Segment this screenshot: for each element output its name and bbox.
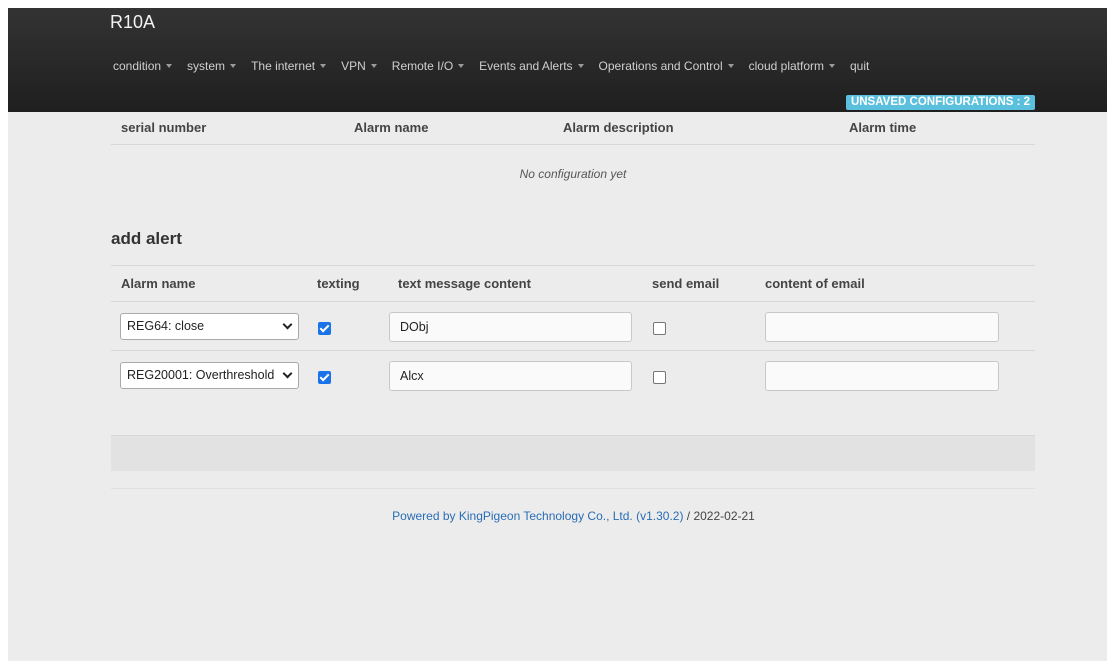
caret-down-icon (230, 64, 237, 68)
email-content-input[interactable] (765, 312, 999, 342)
add-alert-table: Alarm name texting text message content … (111, 265, 1035, 400)
col-alarm-time: Alarm time (849, 120, 917, 135)
alarm-select-value: REG20001: Overthreshold (127, 368, 275, 382)
menu-condition[interactable]: condition (113, 59, 173, 73)
chevron-down-icon (282, 319, 293, 330)
powered-by-link[interactable]: Powered by KingPigeon Technology Co., Lt… (392, 509, 683, 523)
col-alarm-description: Alarm description (563, 120, 674, 135)
footer: Powered by KingPigeon Technology Co., Lt… (0, 509, 1107, 523)
unsaved-configurations-badge[interactable]: UNSAVED CONFIGURATIONS : 2 (846, 95, 1035, 110)
menu-label: Operations and Control (598, 59, 723, 73)
alarm-table-header: serial number Alarm name Alarm descripti… (111, 112, 1035, 145)
menu-quit[interactable]: quit (850, 59, 869, 73)
send-email-checkbox[interactable] (653, 322, 666, 335)
alarm-select-value: REG64: close (127, 319, 205, 333)
sms-content-input[interactable]: Alcx (389, 361, 632, 391)
menu-cloud-platform[interactable]: cloud platform (749, 59, 835, 73)
email-content-input[interactable] (765, 361, 999, 391)
menu-operations-control[interactable]: Operations and Control (599, 59, 734, 73)
col-sms-content: text message content (398, 276, 531, 291)
caret-down-icon (458, 64, 465, 68)
app-title: R10A (110, 12, 156, 32)
col-alarm-name: Alarm name (121, 276, 196, 291)
sms-content-input[interactable]: DObj (389, 312, 632, 342)
menu-label: The internet (251, 59, 316, 73)
main-menu: condition system The internet VPN Remote… (113, 58, 884, 74)
col-texting: texting (317, 276, 360, 291)
add-alert-title: add alert (111, 229, 182, 248)
footer-date: / 2022-02-21 (683, 509, 755, 523)
texting-checkbox[interactable] (318, 371, 331, 384)
menu-internet[interactable]: The internet (251, 59, 327, 73)
table-row: REG64: close DObj (111, 302, 1035, 351)
caret-down-icon (829, 64, 835, 68)
menu-system[interactable]: system (187, 59, 237, 73)
empty-state-text: No configuration yet (519, 167, 627, 181)
menu-label: system (187, 59, 226, 73)
menu-vpn[interactable]: VPN (341, 59, 377, 73)
col-serial-number: serial number (121, 120, 207, 135)
texting-checkbox[interactable] (318, 322, 331, 335)
col-email-content: content of email (765, 276, 865, 291)
add-alert-header: Alarm name texting text message content … (111, 265, 1035, 302)
alarm-select[interactable]: REG64: close (120, 313, 299, 340)
menu-label: cloud platform (748, 59, 824, 73)
menu-remote-io[interactable]: Remote I/O (391, 59, 465, 73)
caret-down-icon (370, 64, 377, 68)
menu-label: Remote I/O (391, 59, 454, 73)
footer-divider (111, 488, 1035, 489)
table-row: REG20001: Overthreshold Alcx (111, 351, 1035, 400)
menu-events-alerts[interactable]: Events and Alerts (479, 59, 584, 73)
caret-down-icon (166, 64, 173, 68)
alarm-list: serial number Alarm name Alarm descripti… (111, 112, 1035, 181)
menu-label: VPN (341, 59, 366, 73)
col-send-email: send email (652, 276, 720, 291)
alarm-select[interactable]: REG20001: Overthreshold (120, 362, 299, 389)
chevron-down-icon (282, 368, 293, 379)
menu-label: quit (850, 59, 870, 73)
form-actions-well (111, 435, 1035, 471)
caret-down-icon (727, 64, 734, 68)
send-email-checkbox[interactable] (653, 371, 666, 384)
menu-label: condition (113, 59, 162, 73)
menu-label: Events and Alerts (479, 59, 573, 73)
col-alarm-name: Alarm name (354, 120, 429, 135)
caret-down-icon (577, 64, 584, 68)
caret-down-icon (320, 64, 327, 68)
